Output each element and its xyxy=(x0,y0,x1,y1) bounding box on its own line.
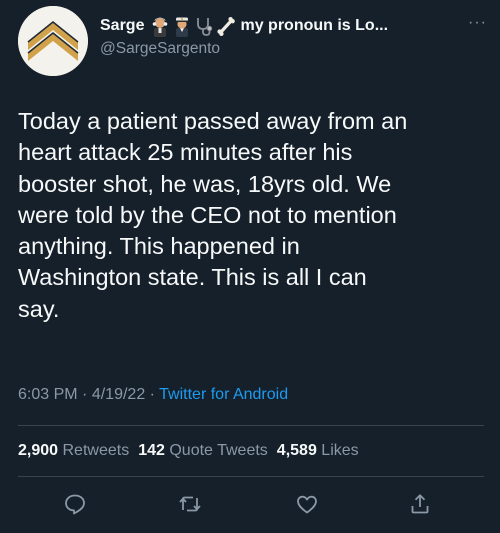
name-row: Sarge my pronoun is Lo... ··· xyxy=(100,14,487,38)
tweet-meta: 6:03 PM · 4/19/22 · Twitter for Android xyxy=(18,386,288,404)
likes-label: Likes xyxy=(321,442,359,459)
meta-separator: · xyxy=(82,386,88,403)
quote-tweets-count: 142 xyxy=(138,442,165,459)
display-name-suffix[interactable]: my pronoun is Lo... xyxy=(240,17,388,35)
share-icon[interactable] xyxy=(408,492,432,516)
retweets-count: 2,900 xyxy=(18,442,59,459)
tweet-text: Today a patient passed away from an hear… xyxy=(18,108,408,322)
more-options-icon[interactable]: ··· xyxy=(468,15,487,31)
divider xyxy=(18,425,484,426)
quote-tweets-stat[interactable]: 142 Quote Tweets xyxy=(138,442,268,459)
like-icon[interactable] xyxy=(295,492,319,516)
retweets-stat[interactable]: 2,900 Retweets xyxy=(18,442,129,459)
action-bar xyxy=(0,490,500,520)
tweet-date[interactable]: 4/19/22 xyxy=(92,386,145,403)
avatar[interactable] xyxy=(18,6,88,76)
bone-emoji xyxy=(217,17,236,36)
reply-icon[interactable] xyxy=(63,492,87,516)
tweet: Sarge my pronoun is Lo... ··· @SargeSarg… xyxy=(0,0,500,533)
likes-count: 4,589 xyxy=(276,442,317,459)
man-judge-emoji xyxy=(153,17,168,37)
meta-separator: · xyxy=(149,386,155,403)
display-name[interactable]: Sarge xyxy=(100,17,144,35)
likes-stat[interactable]: 4,589 Likes xyxy=(277,442,359,459)
tweet-stats: 2,900 Retweets 142 Quote Tweets 4,589 Like… xyxy=(18,442,359,460)
man-pilot-emoji xyxy=(176,17,189,37)
quote-tweets-label: Quote Tweets xyxy=(169,442,268,459)
retweets-label: Retweets xyxy=(62,442,130,459)
tweet-source-link[interactable]: Twitter for Android xyxy=(159,386,288,403)
user-handle[interactable]: @SargeSargento xyxy=(100,40,220,58)
name-emojis xyxy=(150,15,236,37)
tweet-time[interactable]: 6:03 PM xyxy=(18,386,78,403)
retweet-icon[interactable] xyxy=(178,492,202,516)
divider xyxy=(18,476,484,477)
sergeant-chevrons-logo xyxy=(18,6,88,76)
stethoscope-emoji xyxy=(197,18,213,36)
